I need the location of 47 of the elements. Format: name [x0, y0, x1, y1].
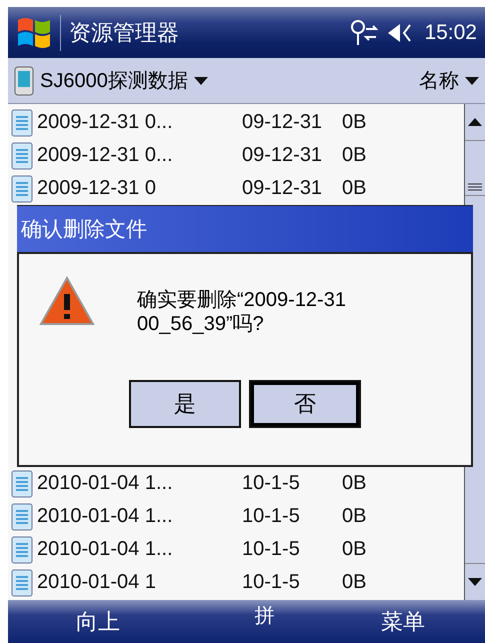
document-icon	[11, 568, 33, 596]
file-size: 0B	[342, 472, 366, 495]
file-name: 2010-01-04 1...	[36, 538, 174, 561]
windows-logo-icon[interactable]	[16, 16, 52, 50]
dropdown-caret-icon	[194, 76, 208, 84]
document-icon	[11, 470, 33, 498]
folder-name[interactable]: SJ6000探测数据	[40, 67, 188, 94]
file-size: 0B	[342, 505, 366, 528]
document-icon	[11, 108, 33, 136]
file-date: 10-1-5	[242, 472, 301, 495]
dialog-message: 确实要删除“2009-12-31 00_56_39”吗?	[137, 288, 347, 336]
file-size: 0B	[342, 177, 366, 200]
device-icon	[14, 66, 34, 96]
file-name: 2009-12-31 0	[36, 177, 157, 200]
input-method-button[interactable]: 拼	[254, 602, 274, 629]
file-name: 2010-01-04 1...	[36, 472, 174, 495]
window-title: 资源管理器	[69, 18, 179, 46]
dialog-button[interactable]: 是	[129, 380, 241, 428]
file-date: 09-12-31	[242, 177, 324, 200]
dialog-button[interactable]: 否	[249, 380, 361, 428]
up-arrow-icon	[468, 118, 482, 126]
dialog-title: 确认删除文件	[17, 205, 473, 254]
sort-caret-icon	[465, 76, 479, 84]
file-name: 2010-01-04 1	[36, 571, 157, 594]
clock-time[interactable]: 15:02	[424, 20, 477, 44]
file-name: 2010-01-04 1...	[36, 505, 174, 528]
file-size: 0B	[342, 111, 366, 134]
down-arrow-icon	[468, 578, 482, 586]
menu-softkey[interactable]: 菜单	[381, 606, 425, 636]
up-softkey[interactable]: 向上	[76, 606, 120, 636]
file-size: 0B	[342, 571, 366, 594]
file-size: 0B	[342, 144, 366, 167]
file-date: 09-12-31	[242, 111, 324, 134]
file-date: 09-12-31	[242, 144, 324, 167]
file-size: 0B	[342, 538, 366, 561]
document-icon	[11, 142, 33, 170]
file-date: 10-1-5	[242, 571, 301, 594]
warning-icon	[39, 276, 95, 326]
file-date: 10-1-5	[242, 505, 301, 528]
file-name: 2009-12-31 0...	[36, 111, 174, 134]
file-date: 10-1-5	[242, 538, 301, 561]
sort-label[interactable]: 名称	[419, 67, 459, 94]
document-icon	[11, 502, 33, 530]
connectivity-icon[interactable]	[348, 18, 378, 46]
document-icon	[11, 536, 33, 564]
file-name: 2009-12-31 0...	[36, 144, 174, 167]
document-icon	[11, 174, 33, 202]
